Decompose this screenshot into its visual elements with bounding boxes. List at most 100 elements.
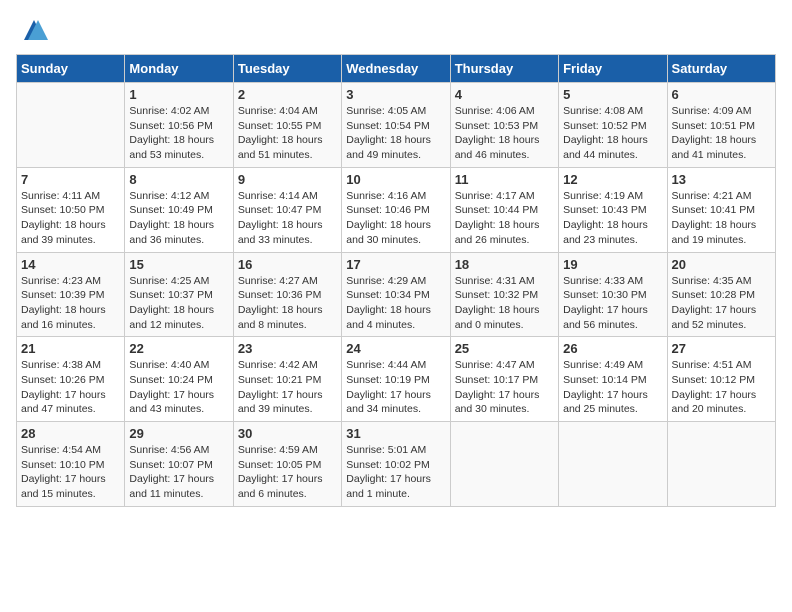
calendar-cell: 7 Sunrise: 4:11 AM Sunset: 10:50 PM Dayli… <box>17 167 125 252</box>
week-row-4: 21Sunrise: 4:38 AM Sunset: 10:26 PM Dayl… <box>17 337 776 422</box>
day-number: 5 <box>563 87 662 102</box>
day-number: 18 <box>455 257 554 272</box>
calendar-cell <box>667 422 775 507</box>
day-info: Sunrise: 4:16 AM Sunset: 10:46 PM Daylig… <box>346 189 445 248</box>
calendar-cell: 11 Sunrise: 4:17 AM Sunset: 10:44 PM Dayl… <box>450 167 558 252</box>
day-info: Sunrise: 4:17 AM Sunset: 10:44 PM Daylig… <box>455 189 554 248</box>
day-info: Sunrise: 4:11 AM Sunset: 10:50 PM Daylig… <box>21 189 120 248</box>
day-info: Sunrise: 4:12 AM Sunset: 10:49 PM Daylig… <box>129 189 228 248</box>
day-info: Sunrise: 4:09 AM Sunset: 10:51 PM Daylig… <box>672 104 771 163</box>
calendar-cell: 27 Sunrise: 4:51 AM Sunset: 10:12 PM Dayl… <box>667 337 775 422</box>
calendar-cell: 1 Sunrise: 4:02 AM Sunset: 10:56 PM Dayli… <box>125 83 233 168</box>
calendar-cell: 8 Sunrise: 4:12 AM Sunset: 10:49 PM Dayli… <box>125 167 233 252</box>
calendar-cell: 20 Sunrise: 4:35 AM Sunset: 10:28 PM Dayl… <box>667 252 775 337</box>
calendar-cell <box>559 422 667 507</box>
day-number: 19 <box>563 257 662 272</box>
calendar-cell <box>450 422 558 507</box>
day-number: 11 <box>455 172 554 187</box>
day-info: Sunrise: 4:42 AM Sunset: 10:21 PM Daylig… <box>238 358 337 417</box>
day-info: Sunrise: 4:40 AM Sunset: 10:24 PM Daylig… <box>129 358 228 417</box>
calendar-cell: 26 Sunrise: 4:49 AM Sunset: 10:14 PM Dayl… <box>559 337 667 422</box>
calendar-cell: 16 Sunrise: 4:27 AM Sunset: 10:36 PM Dayl… <box>233 252 341 337</box>
day-info: Sunrise: 4:44 AM Sunset: 10:19 PM Daylig… <box>346 358 445 417</box>
week-row-2: 7 Sunrise: 4:11 AM Sunset: 10:50 PM Dayli… <box>17 167 776 252</box>
calendar-header: SundayMondayTuesdayWednesdayThursdayFrid… <box>17 55 776 83</box>
day-number: 13 <box>672 172 771 187</box>
day-info: Sunrise: 4:29 AM Sunset: 10:34 PM Daylig… <box>346 274 445 333</box>
day-info: Sunrise: 4:21 AM Sunset: 10:41 PM Daylig… <box>672 189 771 248</box>
day-number: 30 <box>238 426 337 441</box>
calendar-cell: 6 Sunrise: 4:09 AM Sunset: 10:51 PM Dayli… <box>667 83 775 168</box>
day-number: 26 <box>563 341 662 356</box>
day-info: Sunrise: 4:59 AM Sunset: 10:05 PM Daylig… <box>238 443 337 502</box>
day-number: 15 <box>129 257 228 272</box>
calendar-cell: 17 Sunrise: 4:29 AM Sunset: 10:34 PM Dayl… <box>342 252 450 337</box>
day-number: 23 <box>238 341 337 356</box>
day-info: Sunrise: 4:54 AM Sunset: 10:10 PM Daylig… <box>21 443 120 502</box>
day-number: 16 <box>238 257 337 272</box>
calendar-cell: 25 Sunrise: 4:47 AM Sunset: 10:17 PM Dayl… <box>450 337 558 422</box>
day-number: 17 <box>346 257 445 272</box>
day-number: 1 <box>129 87 228 102</box>
day-number: 9 <box>238 172 337 187</box>
day-number: 8 <box>129 172 228 187</box>
day-info: Sunrise: 4:31 AM Sunset: 10:32 PM Daylig… <box>455 274 554 333</box>
logo-icon <box>20 16 48 44</box>
week-row-5: 28 Sunrise: 4:54 AM Sunset: 10:10 PM Dayl… <box>17 422 776 507</box>
day-info: Sunrise: 5:01 AM Sunset: 10:02 PM Daylig… <box>346 443 445 502</box>
calendar-cell: 30 Sunrise: 4:59 AM Sunset: 10:05 PM Dayl… <box>233 422 341 507</box>
day-number: 29 <box>129 426 228 441</box>
calendar-cell: 29 Sunrise: 4:56 AM Sunset: 10:07 PM Dayl… <box>125 422 233 507</box>
day-number: 4 <box>455 87 554 102</box>
calendar-cell: 21Sunrise: 4:38 AM Sunset: 10:26 PM Dayl… <box>17 337 125 422</box>
logo <box>16 16 48 44</box>
calendar-cell: 28 Sunrise: 4:54 AM Sunset: 10:10 PM Dayl… <box>17 422 125 507</box>
day-info: Sunrise: 4:08 AM Sunset: 10:52 PM Daylig… <box>563 104 662 163</box>
day-info: Sunrise: 4:06 AM Sunset: 10:53 PM Daylig… <box>455 104 554 163</box>
header-day-saturday: Saturday <box>667 55 775 83</box>
calendar-cell: 2Sunrise: 4:04 AM Sunset: 10:55 PM Dayli… <box>233 83 341 168</box>
header-day-tuesday: Tuesday <box>233 55 341 83</box>
day-info: Sunrise: 4:33 AM Sunset: 10:30 PM Daylig… <box>563 274 662 333</box>
day-info: Sunrise: 4:49 AM Sunset: 10:14 PM Daylig… <box>563 358 662 417</box>
calendar-cell: 5 Sunrise: 4:08 AM Sunset: 10:52 PM Dayli… <box>559 83 667 168</box>
day-number: 2 <box>238 87 337 102</box>
day-number: 27 <box>672 341 771 356</box>
day-info: Sunrise: 4:02 AM Sunset: 10:56 PM Daylig… <box>129 104 228 163</box>
day-info: Sunrise: 4:35 AM Sunset: 10:28 PM Daylig… <box>672 274 771 333</box>
calendar-cell: 22 Sunrise: 4:40 AM Sunset: 10:24 PM Dayl… <box>125 337 233 422</box>
calendar-cell: 24Sunrise: 4:44 AM Sunset: 10:19 PM Dayl… <box>342 337 450 422</box>
day-number: 6 <box>672 87 771 102</box>
week-row-3: 14 Sunrise: 4:23 AM Sunset: 10:39 PM Dayl… <box>17 252 776 337</box>
day-info: Sunrise: 4:19 AM Sunset: 10:43 PM Daylig… <box>563 189 662 248</box>
header-row: SundayMondayTuesdayWednesdayThursdayFrid… <box>17 55 776 83</box>
calendar-cell: 4 Sunrise: 4:06 AM Sunset: 10:53 PM Dayli… <box>450 83 558 168</box>
header-day-friday: Friday <box>559 55 667 83</box>
calendar-cell: 10Sunrise: 4:16 AM Sunset: 10:46 PM Dayl… <box>342 167 450 252</box>
day-number: 14 <box>21 257 120 272</box>
calendar-cell: 19 Sunrise: 4:33 AM Sunset: 10:30 PM Dayl… <box>559 252 667 337</box>
day-info: Sunrise: 4:38 AM Sunset: 10:26 PM Daylig… <box>21 358 120 417</box>
day-number: 28 <box>21 426 120 441</box>
day-info: Sunrise: 4:27 AM Sunset: 10:36 PM Daylig… <box>238 274 337 333</box>
day-number: 7 <box>21 172 120 187</box>
calendar-cell: 15Sunrise: 4:25 AM Sunset: 10:37 PM Dayl… <box>125 252 233 337</box>
calendar-body: 1 Sunrise: 4:02 AM Sunset: 10:56 PM Dayli… <box>17 83 776 507</box>
calendar-cell: 9Sunrise: 4:14 AM Sunset: 10:47 PM Dayli… <box>233 167 341 252</box>
day-info: Sunrise: 4:47 AM Sunset: 10:17 PM Daylig… <box>455 358 554 417</box>
day-info: Sunrise: 4:23 AM Sunset: 10:39 PM Daylig… <box>21 274 120 333</box>
day-info: Sunrise: 4:51 AM Sunset: 10:12 PM Daylig… <box>672 358 771 417</box>
calendar-cell: 12Sunrise: 4:19 AM Sunset: 10:43 PM Dayl… <box>559 167 667 252</box>
day-number: 20 <box>672 257 771 272</box>
calendar-cell: 31 Sunrise: 5:01 AM Sunset: 10:02 PM Dayl… <box>342 422 450 507</box>
calendar-cell: 14 Sunrise: 4:23 AM Sunset: 10:39 PM Dayl… <box>17 252 125 337</box>
day-number: 22 <box>129 341 228 356</box>
calendar-cell: 3Sunrise: 4:05 AM Sunset: 10:54 PM Dayli… <box>342 83 450 168</box>
day-number: 31 <box>346 426 445 441</box>
header-day-wednesday: Wednesday <box>342 55 450 83</box>
header-day-monday: Monday <box>125 55 233 83</box>
header-day-thursday: Thursday <box>450 55 558 83</box>
calendar-cell <box>17 83 125 168</box>
day-number: 25 <box>455 341 554 356</box>
day-info: Sunrise: 4:56 AM Sunset: 10:07 PM Daylig… <box>129 443 228 502</box>
